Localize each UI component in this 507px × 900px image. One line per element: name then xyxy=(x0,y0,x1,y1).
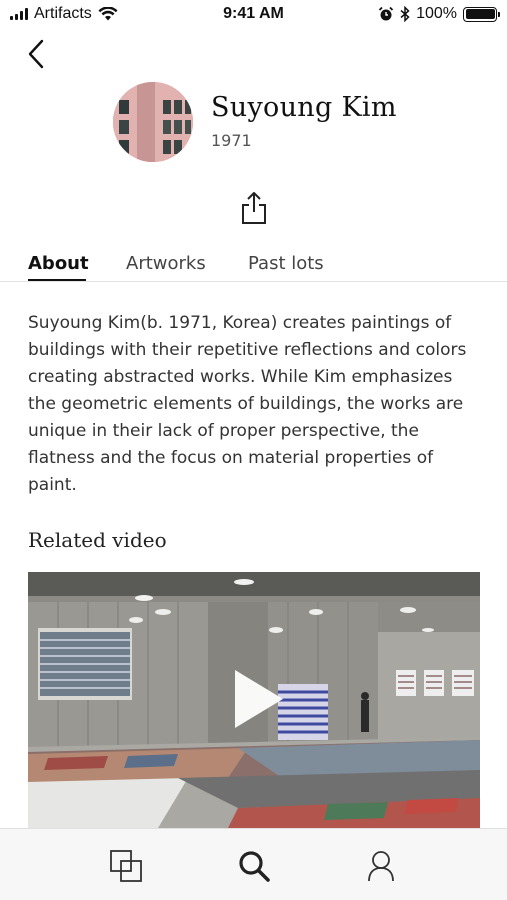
artist-name: Suyoung Kim xyxy=(211,92,397,123)
battery-level xyxy=(465,9,495,19)
tab-bar-top: About Artworks Past lots xyxy=(0,249,507,282)
active-tab-indicator xyxy=(28,279,86,281)
tab-profile[interactable] xyxy=(362,847,400,885)
share-icon xyxy=(242,192,266,224)
play-icon[interactable] xyxy=(233,668,285,730)
tab-search[interactable] xyxy=(235,847,273,885)
artist-year: 1971 xyxy=(211,131,252,150)
battery-percent: 100% xyxy=(416,5,457,22)
status-right: 100% xyxy=(378,5,500,23)
share-button[interactable] xyxy=(238,190,270,226)
video-player[interactable] xyxy=(28,572,480,828)
bottom-tab-bar xyxy=(0,828,507,900)
collection-icon xyxy=(110,850,142,882)
tab-artworks[interactable]: Artworks xyxy=(126,253,206,274)
profile-icon xyxy=(368,851,394,882)
alarm-icon xyxy=(378,6,394,21)
avatar xyxy=(113,82,193,162)
tab-collection[interactable] xyxy=(107,847,145,885)
related-video-title: Related video xyxy=(28,528,167,552)
tab-about[interactable]: About xyxy=(28,253,89,274)
tab-past-lots[interactable]: Past lots xyxy=(248,253,324,274)
battery-icon xyxy=(463,6,500,22)
avatar-image xyxy=(113,82,193,162)
about-text: Suyoung Kim(b. 1971, Korea) creates pain… xyxy=(28,313,467,495)
bluetooth-icon xyxy=(400,6,410,22)
status-bar: Artifacts 9:41 AM 100% xyxy=(0,0,507,30)
chevron-left-icon xyxy=(28,39,44,69)
search-icon xyxy=(239,851,270,882)
back-button[interactable] xyxy=(26,36,56,72)
